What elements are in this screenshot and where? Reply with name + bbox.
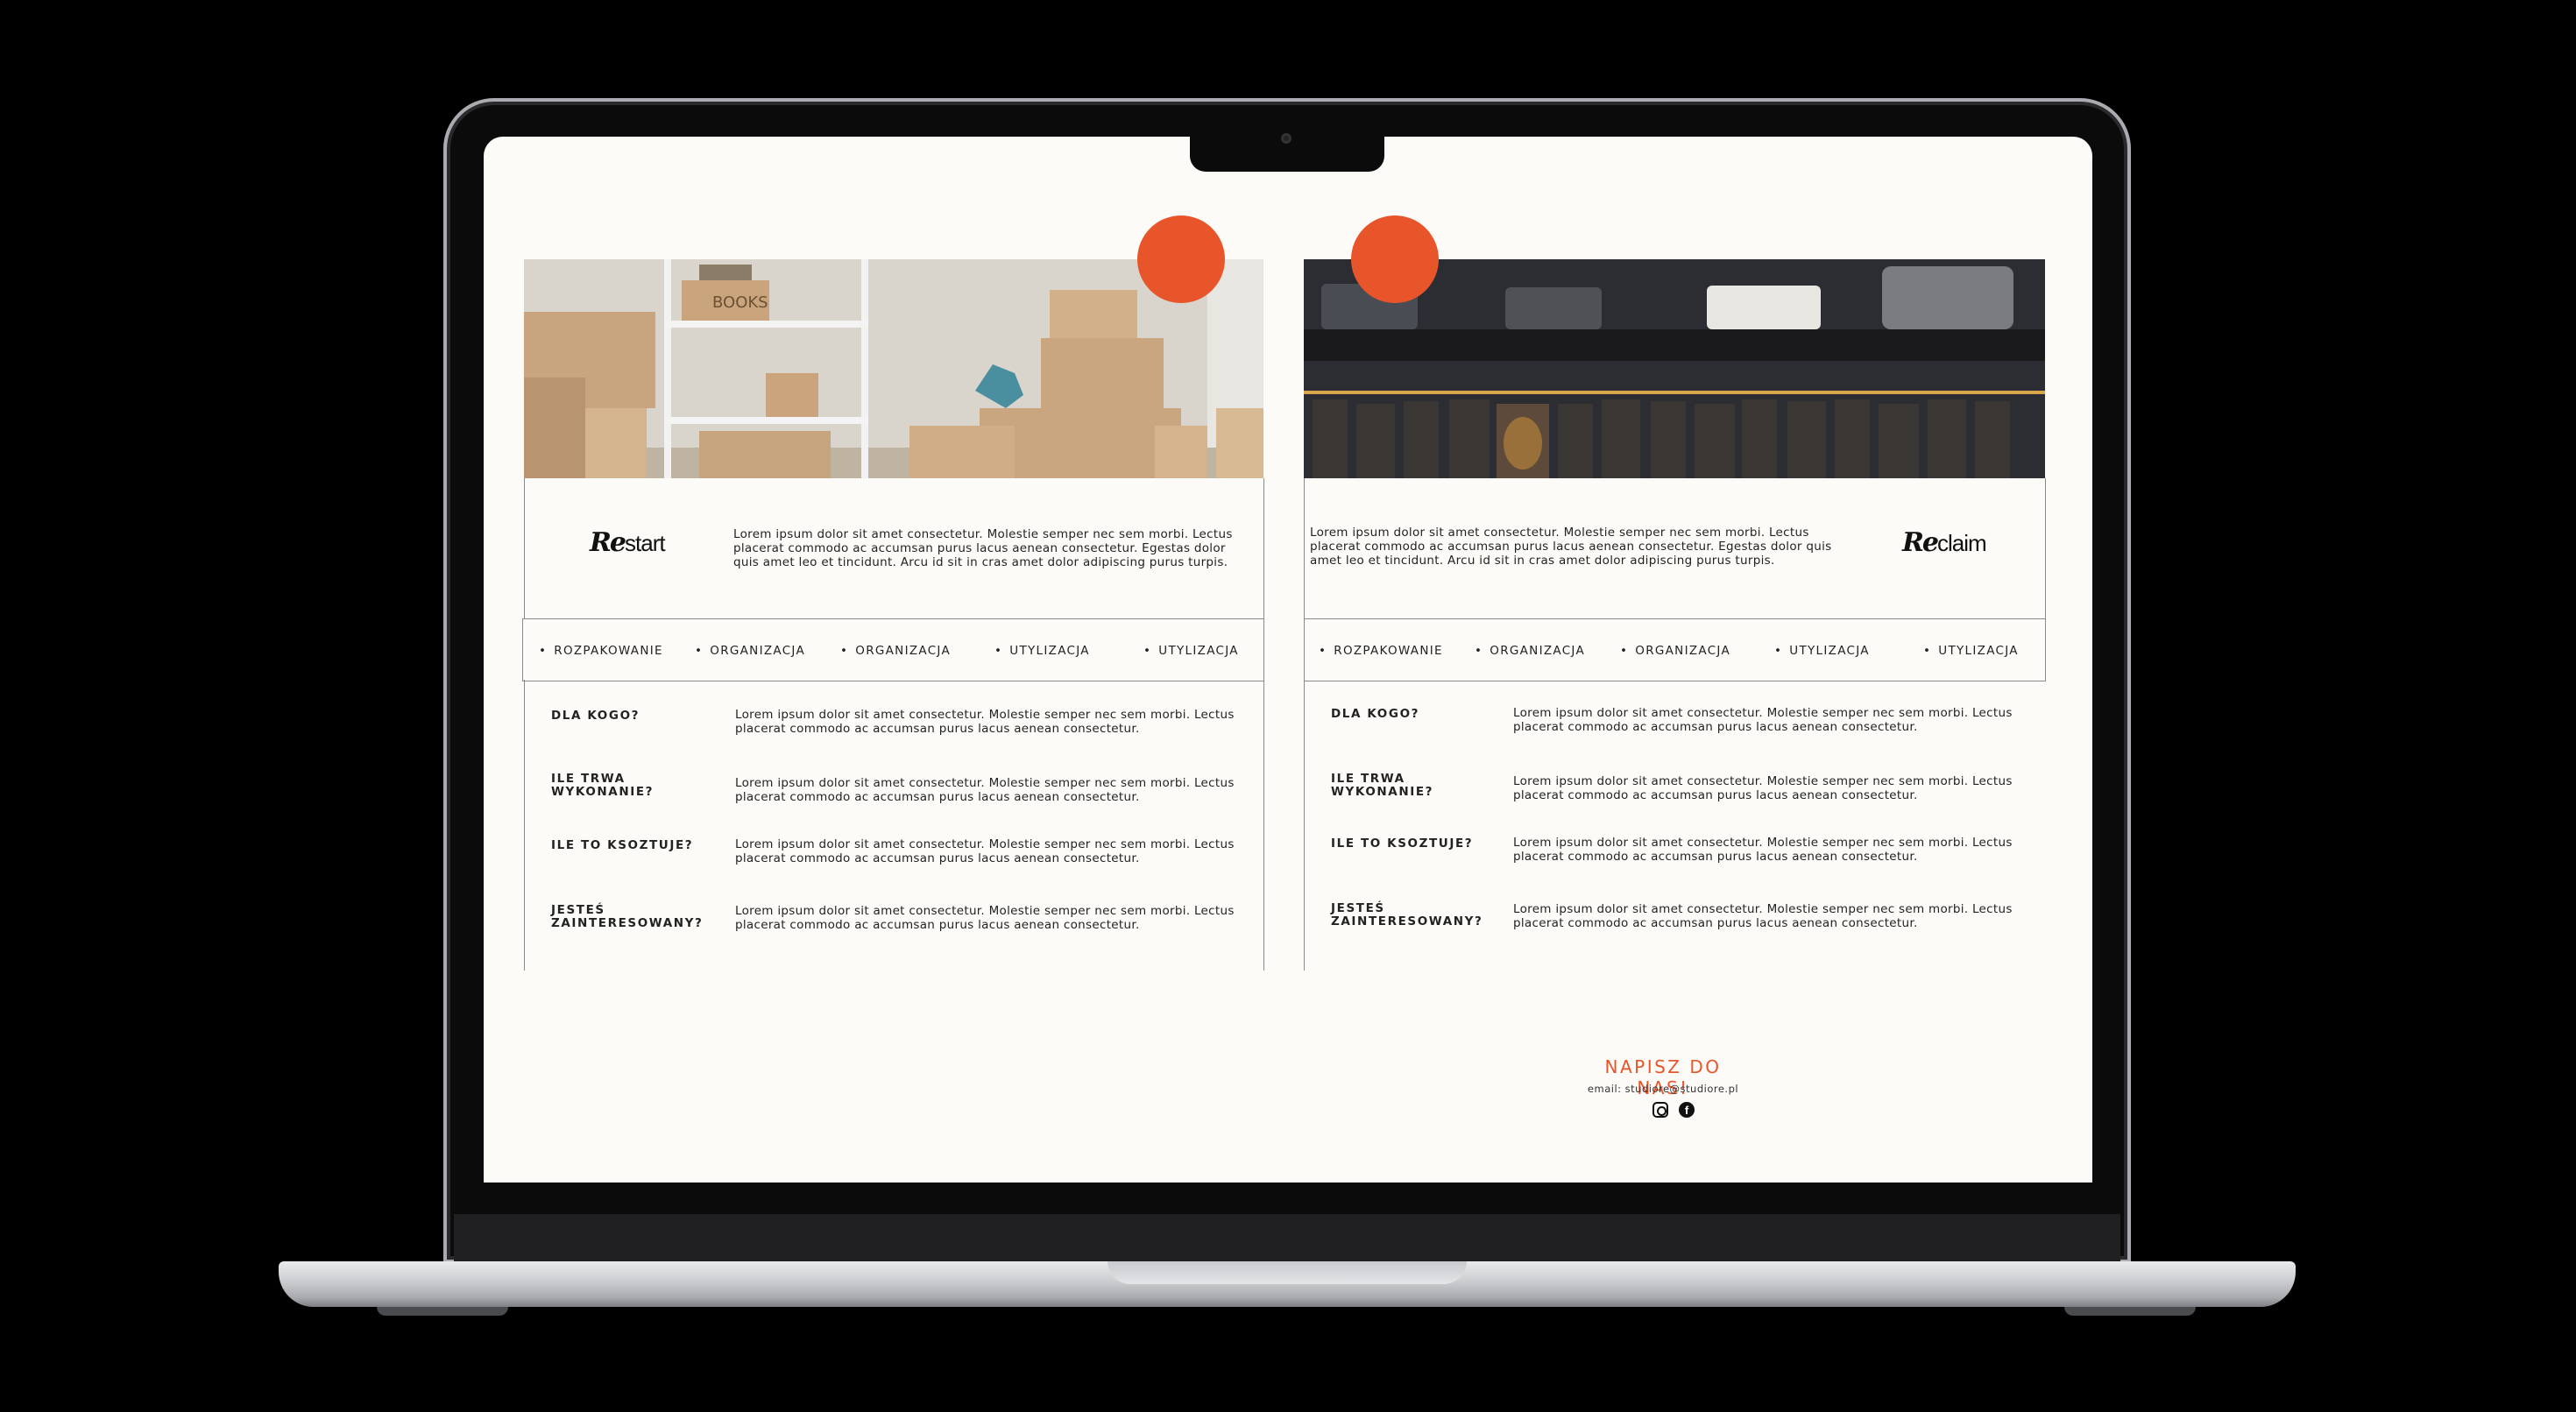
contact-email[interactable]: email: studiore@studiore.pl [1567,1083,1759,1095]
faq-answer: Lorem ipsum dolor sit amet consectetur. … [735,708,1235,736]
tag-organizacja[interactable]: ORGANIZACJA [695,644,805,658]
camera-icon [1281,133,1292,144]
faq-question: ILE TRWA WYKONANIE? [551,772,655,799]
tag-rozpakowanie[interactable]: ROZPAKOWANIE [539,644,663,658]
faq-question: ILE TO KSOZTUJE? [1331,837,1474,851]
facebook-icon[interactable]: f [1679,1102,1695,1118]
left-tags-bar: ROZPAKOWANIE ORGANIZACJA ORGANIZACJA UTY… [522,618,1264,681]
faq-question: JESTEŚ ZAINTERESOWANY? [551,903,704,930]
tag-organizacja[interactable]: ORGANIZACJA [1620,644,1730,658]
accent-circle [1137,215,1225,303]
faq-question: DLA KOGO? [1331,707,1420,721]
instagram-icon[interactable] [1652,1102,1668,1118]
faq-answer: Lorem ipsum dolor sit amet consectetur. … [735,837,1235,865]
right-faq: DLA KOGO? Lorem ipsum dolor sit amet con… [1304,680,2045,971]
laptop-foot [2064,1307,2196,1316]
restart-logo: Restart [590,527,666,558]
faq-answer: Lorem ipsum dolor sit amet consectetur. … [1513,836,2013,864]
right-intro-card: Lorem ipsum dolor sit amet consectetur. … [1304,478,2046,619]
faq-question: DLA KOGO? [551,709,640,723]
faq-question: ILE TO KSOZTUJE? [551,838,694,852]
tag-utylizacja[interactable]: UTYLIZACJA [1923,644,2019,658]
left-faq: DLA KOGO? Lorem ipsum dolor sit amet con… [524,680,1264,971]
faq-answer: Lorem ipsum dolor sit amet consectetur. … [1513,706,2013,734]
tag-utylizacja[interactable]: UTYLIZACJA [1143,644,1239,658]
tag-organizacja[interactable]: ORGANIZACJA [840,644,951,658]
laptop-opening-notch [1108,1261,1467,1284]
faq-answer: Lorem ipsum dolor sit amet consectetur. … [1513,902,2013,930]
faq-answer: Lorem ipsum dolor sit amet consectetur. … [1513,774,2013,802]
tag-utylizacja[interactable]: UTYLIZACJA [1774,644,1870,658]
tag-organizacja[interactable]: ORGANIZACJA [1475,644,1585,658]
accent-circle [1351,215,1439,303]
svg-text:BOOKS: BOOKS [712,293,768,312]
tag-rozpakowanie[interactable]: ROZPAKOWANIE [1319,644,1443,658]
faq-question: JESTEŚ ZAINTERESOWANY? [1331,901,1483,928]
right-intro-text: Lorem ipsum dolor sit amet consectetur. … [1310,526,1832,568]
laptop-screen: BOOKS Restart Lorem ipsum dolor sit amet… [484,137,2092,1183]
reclaim-logo: Reclaim [1902,527,1987,558]
faq-answer: Lorem ipsum dolor sit amet consectetur. … [735,776,1235,804]
laptop-bezel [454,1214,2120,1261]
left-intro-text: Lorem ipsum dolor sit amet consectetur. … [733,527,1233,569]
left-intro-card: Restart Lorem ipsum dolor sit amet conse… [524,478,1264,619]
faq-answer: Lorem ipsum dolor sit amet consectetur. … [735,904,1235,932]
right-tags-bar: ROZPAKOWANIE ORGANIZACJA ORGANIZACJA UTY… [1304,618,2046,681]
tag-utylizacja[interactable]: UTYLIZACJA [994,644,1090,658]
faq-question: ILE TRWA WYKONANIE? [1331,772,1434,799]
laptop-foot [377,1307,508,1316]
